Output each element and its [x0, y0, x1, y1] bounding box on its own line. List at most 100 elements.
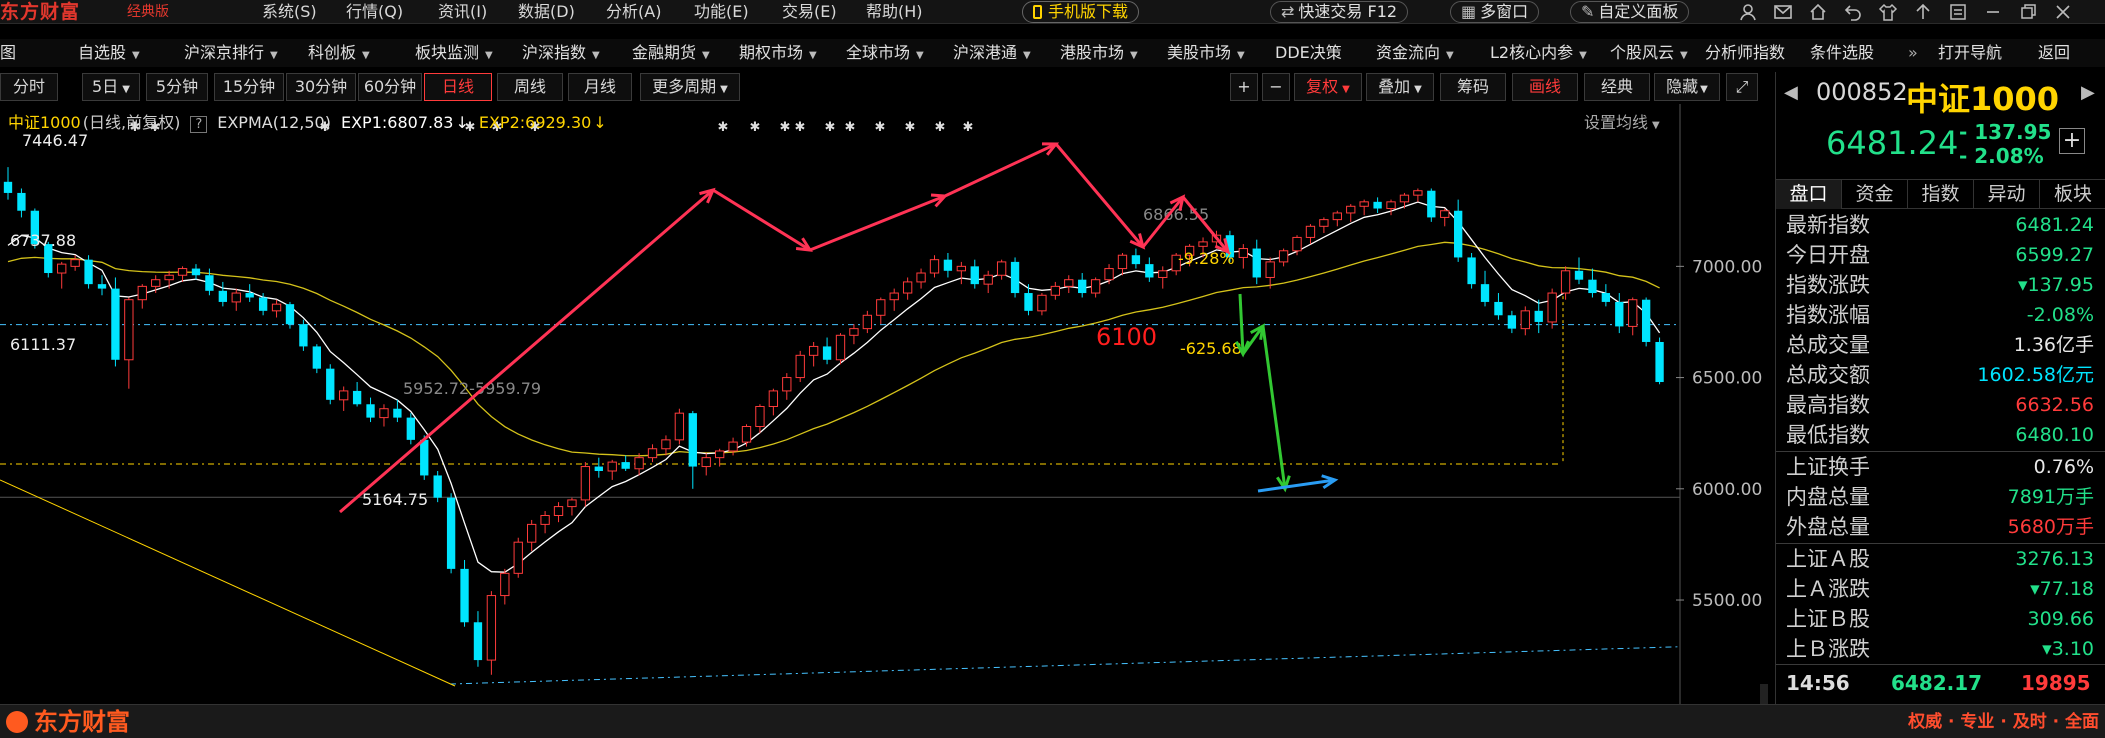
- tab-sector[interactable]: 板块: [2040, 180, 2105, 209]
- prev-stock-icon[interactable]: ◀: [1784, 82, 1798, 103]
- period-daily[interactable]: 日线: [424, 73, 492, 101]
- event-marker-icon: ✱: [905, 120, 916, 135]
- candle-body: [889, 292, 899, 301]
- period-toolbar: 分时 5日 ▼ 5分钟 15分钟 30分钟 60分钟 日线 周线 月线 更多周期 ▼…: [0, 72, 1768, 102]
- custom-panel-button[interactable]: ✎ 自定义面板: [1570, 1, 1690, 23]
- candle-body: [393, 408, 402, 418]
- user-icon[interactable]: [1738, 2, 1758, 22]
- menu-function[interactable]: 功能(E): [694, 0, 749, 24]
- mail-icon[interactable]: [1773, 2, 1793, 22]
- overlay-button[interactable]: 叠加 ▼: [1366, 73, 1434, 101]
- period-15min[interactable]: 15分钟: [214, 73, 284, 101]
- adjust-button[interactable]: 复权 ▼: [1294, 73, 1362, 101]
- ma-settings-button[interactable]: 设置均线 ▼: [1584, 112, 1660, 134]
- candle-body: [191, 268, 201, 276]
- tab-order-book[interactable]: 盘口: [1776, 180, 1842, 209]
- chevron-down-icon: ▼: [702, 50, 710, 61]
- nav-stock-screener[interactable]: 条件选股: [1810, 39, 1874, 67]
- candle-body: [714, 450, 725, 459]
- nav-fragment[interactable]: 图: [0, 39, 16, 67]
- tab-movement[interactable]: 异动: [1974, 180, 2040, 209]
- next-stock-icon[interactable]: ▶: [2081, 82, 2095, 103]
- chips-button[interactable]: 筹码: [1440, 73, 1506, 101]
- minimize-icon[interactable]: [1983, 2, 2003, 22]
- nav-more-icon[interactable]: »: [1908, 39, 1918, 67]
- zoom-out-button[interactable]: −: [1262, 73, 1290, 101]
- nav-back[interactable]: 返回: [2038, 39, 2070, 67]
- nav-hk[interactable]: 港股市场 ▼: [1060, 39, 1138, 67]
- mobile-download-button[interactable]: 手机版下载: [1022, 1, 1140, 23]
- candle-body: [299, 324, 308, 347]
- tab-fund[interactable]: 资金: [1842, 180, 1908, 209]
- multi-window-button[interactable]: ▦ 多窗口: [1450, 1, 1540, 23]
- period-5min[interactable]: 5分钟: [146, 73, 208, 101]
- period-more[interactable]: 更多周期 ▼: [640, 73, 740, 101]
- nav-us[interactable]: 美股市场 ▼: [1167, 39, 1245, 67]
- nav-star-market[interactable]: 科创板 ▼: [308, 39, 370, 67]
- help-icon[interactable]: ?: [190, 116, 208, 133]
- nav-analyst-index[interactable]: 分析师指数: [1705, 39, 1785, 67]
- candle-body: [1319, 219, 1329, 227]
- restore-icon[interactable]: [2018, 2, 2038, 22]
- nav-options[interactable]: 期权市场 ▼: [739, 39, 817, 67]
- tab-index[interactable]: 指数: [1908, 180, 1974, 209]
- candle-body: [1588, 279, 1597, 294]
- quote-row: 上证换手 0.76%: [1776, 452, 2105, 482]
- menu-system[interactable]: 系统(S): [262, 0, 317, 24]
- fullscreen-icon[interactable]: ⤢: [1726, 73, 1758, 101]
- candle-body: [1198, 241, 1208, 247]
- home-icon[interactable]: [1808, 2, 1828, 22]
- close-icon[interactable]: [2053, 2, 2073, 22]
- up-arrow-icon[interactable]: [1913, 2, 1933, 22]
- nav-l2[interactable]: L2核心内参 ▼: [1490, 39, 1587, 67]
- candle-body: [1440, 210, 1450, 218]
- quote-row-label: 上Ｂ涨跌: [1786, 637, 1870, 661]
- nav-sector-monitor[interactable]: 板块监测 ▼: [415, 39, 493, 67]
- period-60min[interactable]: 60分钟: [358, 73, 422, 101]
- quick-trade-button[interactable]: ⇄ 快速交易 F12: [1270, 1, 1409, 23]
- classic-button[interactable]: 经典: [1584, 73, 1650, 101]
- nav-open-navigation[interactable]: 打开导航: [1938, 39, 2002, 67]
- period-weekly[interactable]: 周线: [497, 73, 563, 101]
- red-arrow: [809, 194, 946, 252]
- menu-quote[interactable]: 行情(Q): [346, 0, 403, 24]
- period-monthly[interactable]: 月线: [568, 73, 632, 101]
- candle-body: [835, 334, 846, 361]
- menu-trade[interactable]: 交易(E): [782, 0, 837, 24]
- nav-index[interactable]: 沪深指数 ▼: [522, 39, 600, 67]
- quote-row: 最新指数 6481.24: [1776, 210, 2105, 240]
- nav-stock-cloud[interactable]: 个股风云 ▼: [1610, 39, 1688, 67]
- period-30min[interactable]: 30分钟: [286, 73, 356, 101]
- nav-global[interactable]: 全球市场 ▼: [846, 39, 924, 67]
- diff-label: -625.68: [1180, 339, 1242, 358]
- nav-connect[interactable]: 沪深港通 ▼: [953, 39, 1031, 67]
- nav-ranking[interactable]: 沪深京排行 ▼: [184, 39, 278, 67]
- nav-dde[interactable]: DDE决策: [1275, 39, 1342, 67]
- menu-help[interactable]: 帮助(H): [866, 0, 923, 24]
- add-watchlist-icon[interactable]: +: [2059, 128, 2085, 154]
- low-label: 5164.75: [362, 490, 428, 509]
- nav-futures[interactable]: 金融期货 ▼: [632, 39, 710, 67]
- chevron-down-icon: ▼: [1130, 50, 1138, 61]
- period-timeshare[interactable]: 分时: [0, 73, 58, 101]
- back-icon[interactable]: [1843, 2, 1863, 22]
- draw-line-button[interactable]: 画线: [1512, 73, 1578, 101]
- hide-button[interactable]: 隐藏 ▼: [1654, 73, 1720, 101]
- kline-chart[interactable]: 7000.006500.006000.005500.00✱ ✱ ✱ ✱ ✱ ✱ ✱ ✱ ✱ ✱ ✱ ✱…: [0, 104, 1768, 704]
- chevron-down-icon: ▼: [1237, 50, 1245, 61]
- nav-fund-flow[interactable]: 资金流向 ▼: [1376, 39, 1454, 67]
- quote-row: 最高指数 6632.56: [1776, 390, 2105, 420]
- nav-watchlist[interactable]: 自选股 ▼: [78, 39, 140, 67]
- menu-data[interactable]: 数据(D): [518, 0, 575, 24]
- menu-info[interactable]: 资讯(I): [438, 0, 487, 24]
- quote-row-value: 0.76%: [2033, 456, 2094, 478]
- menu-analysis[interactable]: 分析(A): [606, 0, 661, 24]
- period-5day[interactable]: 5日 ▼: [82, 73, 140, 101]
- candle-body: [326, 368, 335, 400]
- skin-icon[interactable]: [1878, 2, 1898, 22]
- candle-body: [1547, 292, 1557, 323]
- zoom-in-button[interactable]: +: [1230, 73, 1258, 101]
- options-icon[interactable]: [1948, 2, 1968, 22]
- event-marker-icon: ✱: [825, 120, 836, 135]
- expma-label[interactable]: EXPMA(12,50): [217, 113, 331, 132]
